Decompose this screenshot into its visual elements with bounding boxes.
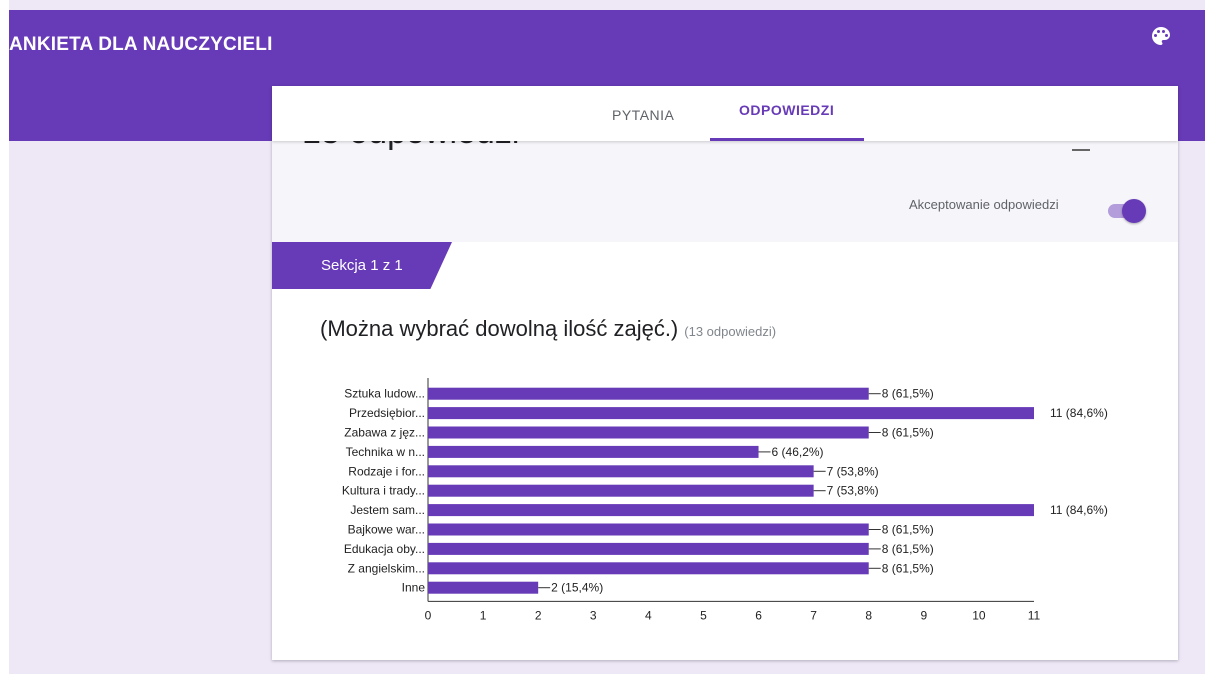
data-label: 11 (84,6%): [1050, 406, 1108, 420]
category-label: Zabawa z jęz...: [344, 426, 425, 440]
bar: [428, 426, 869, 439]
more-menu-icon[interactable]: [1072, 141, 1090, 151]
data-label: 11 (84,6%): [1050, 503, 1108, 517]
bar: [428, 504, 1034, 517]
bar-chart: 0 1 2 3 4 5 6 7 8 9 10 11 Sztuka ludow... 8 (61,5%) Pr…: [342, 378, 1108, 622]
bar: [428, 407, 1034, 420]
responses-summary: 13 odpowiedzi Akceptowanie odpowiedzi: [272, 113, 1178, 242]
x-tick-label: 7: [810, 608, 817, 622]
x-tick-label: 5: [700, 608, 707, 622]
bar: [428, 387, 869, 400]
x-tick-label: 9: [920, 608, 927, 622]
category-label: Sztuka ludow...: [344, 387, 425, 401]
x-tick-label: 3: [590, 608, 597, 622]
x-tick-label: 10: [972, 608, 986, 622]
toggle-knob: [1122, 199, 1146, 223]
category-label: Z angielskim...: [348, 561, 425, 575]
x-tick-label: 8: [865, 608, 872, 622]
bar: [428, 484, 814, 497]
data-label: 8 (61,5%): [882, 387, 934, 401]
category-label: Rodzaje i for...: [348, 464, 425, 478]
bar: [428, 581, 539, 594]
bar: [428, 523, 869, 536]
bar: [428, 465, 814, 478]
tab-pytania[interactable]: PYTANIA: [612, 107, 674, 123]
bar: [428, 445, 759, 458]
data-label: 7 (53,8%): [827, 484, 879, 498]
x-tick-label: 11: [1028, 608, 1041, 622]
form-title: ANKIETA DLA NAUCZYCIELI: [9, 34, 273, 55]
x-tick-label: 0: [425, 608, 432, 622]
x-tick-label: 4: [645, 608, 652, 622]
accepting-responses-toggle[interactable]: [1106, 199, 1146, 223]
accepting-responses-label: Akceptowanie odpowiedzi: [909, 197, 1059, 212]
category-label: Technika w n...: [346, 445, 425, 459]
data-label: 6 (46,2%): [772, 445, 824, 459]
section-tab: Sekcja 1 z 1: [272, 242, 452, 289]
data-label: 7 (53,8%): [827, 464, 879, 478]
tab-bar: PYTANIA ODPOWIEDZI: [272, 86, 1178, 141]
category-label: Kultura i trady...: [342, 484, 425, 498]
x-tick-label: 6: [755, 608, 762, 622]
data-label: 8 (61,5%): [882, 561, 934, 575]
question-response-count: (13 odpowiedzi): [684, 324, 777, 339]
category-label: Edukacja oby...: [344, 542, 425, 556]
x-tick-label: 2: [535, 608, 542, 622]
left-edge: [0, 0, 9, 674]
tab-odpowiedzi[interactable]: ODPOWIEDZI: [739, 102, 834, 118]
category-label: Jestem sam...: [350, 503, 425, 517]
active-tab-indicator: [710, 138, 864, 141]
palette-icon[interactable]: [1149, 24, 1173, 48]
data-label: 8 (61,5%): [882, 426, 934, 440]
category-label: Bajkowe war...: [348, 523, 425, 537]
section-label: Sekcja 1 z 1: [321, 257, 403, 274]
bar: [428, 542, 869, 555]
form-card: PYTANIA ODPOWIEDZI 13 odpowiedzi Akcepto…: [272, 86, 1178, 660]
category-label: Inne: [402, 581, 426, 595]
question-text: (Można wybrać dowolną ilość zajęć.): [320, 316, 679, 341]
data-label: 2 (15,4%): [551, 581, 603, 595]
category-label: Przedsiębior...: [349, 406, 425, 420]
question-title: (Można wybrać dowolną ilość zajęć.) (13 o…: [320, 316, 776, 342]
bar: [428, 562, 869, 575]
data-label: 8 (61,5%): [882, 523, 934, 537]
x-tick-label: 1: [480, 608, 487, 622]
data-label: 8 (61,5%): [882, 542, 934, 556]
